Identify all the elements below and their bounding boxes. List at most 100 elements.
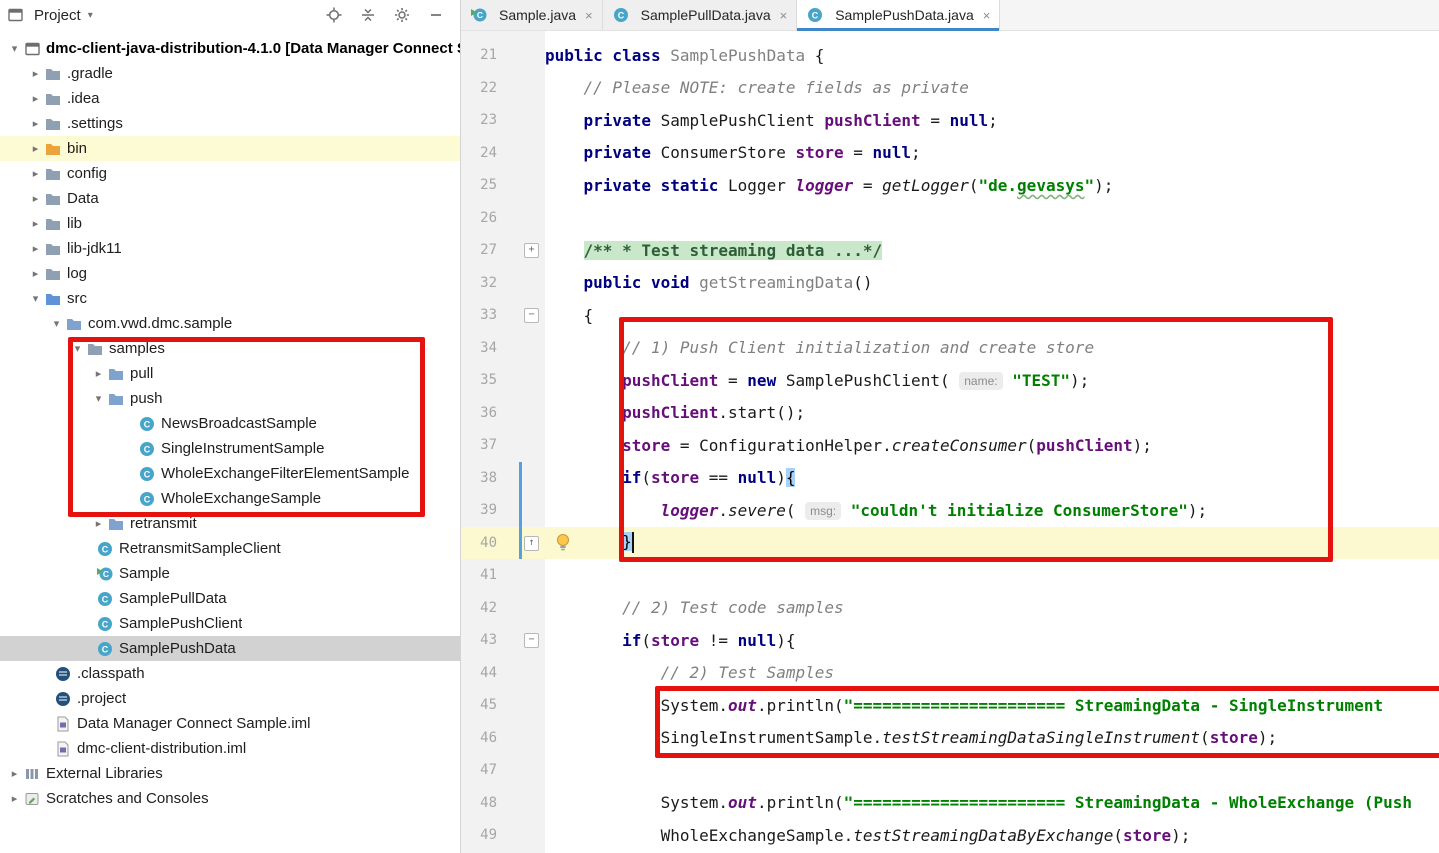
tree-item-label: bin [67, 140, 87, 157]
tree-item-retransmit[interactable]: ▸retransmit [0, 511, 460, 536]
gear-icon[interactable] [394, 7, 410, 23]
chevron-right-icon[interactable]: ▸ [27, 192, 44, 205]
fold-plus-icon[interactable]: + [524, 243, 539, 258]
chevron-down-icon[interactable]: ▾ [90, 392, 107, 405]
tree-item-pull[interactable]: ▸pull [0, 361, 460, 386]
tree-item-classpath[interactable]: .classpath [0, 661, 460, 686]
tree-item-push[interactable]: ▾push [0, 386, 460, 411]
tree-item-gradle[interactable]: ▸.gradle [0, 61, 460, 86]
line-number: 45 [461, 697, 497, 713]
chevron-down-icon[interactable]: ▾ [69, 342, 86, 355]
tree-item-singleinstrumentsample[interactable]: CSingleInstrumentSample [0, 436, 460, 461]
tree-item-project[interactable]: .project [0, 686, 460, 711]
code-line-35[interactable]: 35 pushClient = new SamplePushClient( na… [461, 364, 1439, 397]
chevron-right-icon[interactable]: ▸ [27, 167, 44, 180]
code-line-40[interactable]: 40↑ } [461, 527, 1439, 560]
fold-end-icon[interactable]: ↑ [524, 536, 539, 551]
token: pushClient [622, 403, 718, 422]
token: testStreamingDataSingleInstrument [882, 728, 1200, 747]
code-line-47[interactable]: 47 [461, 754, 1439, 787]
fold-minus-icon[interactable]: − [524, 633, 539, 648]
locate-icon[interactable] [326, 7, 342, 23]
tree-item-dmc-client-java-distribution-4-1-0-data-manager-connect-sa[interactable]: ▾dmc-client-java-distribution-4.1.0 [Dat… [0, 36, 460, 61]
chevron-right-icon[interactable]: ▸ [27, 242, 44, 255]
tree-item-log[interactable]: ▸log [0, 261, 460, 286]
code-line-37[interactable]: 37 store = ConfigurationHelper.createCon… [461, 429, 1439, 462]
chevron-right-icon[interactable]: ▸ [27, 142, 44, 155]
hide-icon[interactable] [428, 7, 444, 23]
tree-item-samplepushdata[interactable]: CSamplePushData [0, 636, 460, 661]
chevron-right-icon[interactable]: ▸ [90, 367, 107, 380]
code-line-21[interactable]: 21public class SamplePushData { [461, 39, 1439, 72]
chevron-down-icon[interactable]: ▾ [88, 10, 93, 21]
fold-minus-icon[interactable]: − [524, 308, 539, 323]
tree-item-samplepushclient[interactable]: CSamplePushClient [0, 611, 460, 636]
close-icon[interactable]: × [780, 8, 788, 23]
tree-item-lib-jdk11[interactable]: ▸lib-jdk11 [0, 236, 460, 261]
code-line-49[interactable]: 49 WholeExchangeSample.testStreamingData… [461, 819, 1439, 852]
code-line-26[interactable]: 26 [461, 202, 1439, 235]
gutter: 34 [461, 332, 545, 365]
tree-item-data[interactable]: ▸Data [0, 186, 460, 211]
file-iml-icon [54, 716, 72, 732]
code-line-43[interactable]: 43− if(store != null){ [461, 624, 1439, 657]
chevron-right-icon[interactable]: ▸ [27, 92, 44, 105]
tree-item-scratches-and-consoles[interactable]: ▸Scratches and Consoles [0, 786, 460, 811]
project-panel-title[interactable]: Project [34, 7, 81, 24]
tree-item-newsbroadcastsample[interactable]: CNewsBroadcastSample [0, 411, 460, 436]
code-line-45[interactable]: 45 System.out.println("=================… [461, 689, 1439, 722]
tree-item-lib[interactable]: ▸lib [0, 211, 460, 236]
code-line-23[interactable]: 23 private SamplePushClient pushClient =… [461, 104, 1439, 137]
code-line-41[interactable]: 41 [461, 559, 1439, 592]
code-line-38[interactable]: 38 if(store == null){ [461, 462, 1439, 495]
tree-item-src[interactable]: ▾ src [0, 286, 460, 311]
tree-item-label: src [67, 290, 87, 307]
chevron-right-icon[interactable]: ▸ [27, 117, 44, 130]
tree-item-bin[interactable]: ▸ bin [0, 136, 460, 161]
chevron-right-icon[interactable]: ▸ [27, 217, 44, 230]
tree-item-wholeexchangesample[interactable]: CWholeExchangeSample [0, 486, 460, 511]
chevron-right-icon[interactable]: ▸ [27, 67, 44, 80]
code-line-24[interactable]: 24 private ConsumerStore store = null; [461, 137, 1439, 170]
tree-item-external-libraries[interactable]: ▸External Libraries [0, 761, 460, 786]
tree-item-dmc-client-distribution-iml[interactable]: dmc-client-distribution.iml [0, 736, 460, 761]
tab-sample-java[interactable]: CSample.java× [461, 0, 603, 30]
code-line-32[interactable]: 32 public void getStreamingData() [461, 267, 1439, 300]
tab-samplepulldata-java[interactable]: CSamplePullData.java× [603, 0, 798, 30]
code-line-25[interactable]: 25 private static Logger logger = getLog… [461, 169, 1439, 202]
line-number: 39 [461, 502, 497, 518]
chevron-down-icon[interactable]: ▾ [6, 42, 23, 55]
tree-item-samples[interactable]: ▾samples [0, 336, 460, 361]
chevron-right-icon[interactable]: ▸ [6, 767, 23, 780]
tree-item-retransmitsampleclient[interactable]: CRetransmitSampleClient [0, 536, 460, 561]
intention-bulb-icon[interactable] [555, 533, 571, 552]
tree-item-com-vwd-dmc-sample[interactable]: ▾com.vwd.dmc.sample [0, 311, 460, 336]
tree-item-wholeexchangefilterelementsample[interactable]: CWholeExchangeFilterElementSample [0, 461, 460, 486]
close-icon[interactable]: × [585, 8, 593, 23]
tree-item-settings[interactable]: ▸.settings [0, 111, 460, 136]
code-line-27[interactable]: 27+ /** * Test streaming data ...*/ [461, 234, 1439, 267]
code-line-46[interactable]: 46 SingleInstrumentSample.testStreamingD… [461, 722, 1439, 755]
code-line-33[interactable]: 33− { [461, 299, 1439, 332]
close-icon[interactable]: × [983, 8, 991, 23]
code-line-36[interactable]: 36 pushClient.start(); [461, 397, 1439, 430]
tree-item-data-manager-connect-sample-iml[interactable]: Data Manager Connect Sample.iml [0, 711, 460, 736]
tree-item-samplepulldata[interactable]: CSamplePullData [0, 586, 460, 611]
code-line-42[interactable]: 42 // 2) Test code samples [461, 592, 1439, 625]
chevron-right-icon[interactable]: ▸ [90, 517, 107, 530]
code-line-44[interactable]: 44 // 2) Test Samples [461, 657, 1439, 690]
tab-samplepushdata-java[interactable]: CSamplePushData.java× [797, 0, 1000, 30]
code-line-39[interactable]: 39 logger.severe( msg: "couldn't initial… [461, 494, 1439, 527]
code-line-22[interactable]: 22 // Please NOTE: create fields as priv… [461, 72, 1439, 105]
tree-item-sample[interactable]: CSample [0, 561, 460, 586]
code-line-48[interactable]: 48 System.out.println("=================… [461, 787, 1439, 820]
chevron-right-icon[interactable]: ▸ [27, 267, 44, 280]
code-line-34[interactable]: 34 // 1) Push Client initialization and … [461, 332, 1439, 365]
chevron-down-icon[interactable]: ▾ [48, 317, 65, 330]
tree-item-config[interactable]: ▸config [0, 161, 460, 186]
code-area[interactable]: 21public class SamplePushData {22 // Ple… [461, 31, 1439, 853]
tree-item-idea[interactable]: ▸.idea [0, 86, 460, 111]
collapse-all-icon[interactable] [360, 7, 376, 23]
chevron-down-icon[interactable]: ▾ [27, 292, 44, 305]
chevron-right-icon[interactable]: ▸ [6, 792, 23, 805]
